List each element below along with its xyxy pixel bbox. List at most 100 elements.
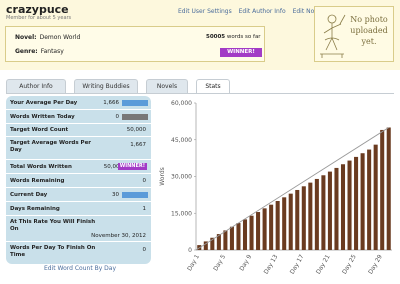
tab-author-info[interactable]: Author Info — [6, 79, 66, 94]
stat-value: 1,666 — [103, 100, 119, 106]
genre-line: Genre: Fantasy — [15, 48, 64, 55]
words-so-far: 50005 words so far — [206, 34, 261, 40]
tab-divider — [6, 93, 394, 94]
tab-writing-buddies[interactable]: Writing Buddies — [74, 79, 138, 94]
stat-row-finish-on: At This Rate You Will Finish On November… — [6, 216, 151, 242]
stat-row-remaining: Words Remaining 0 — [6, 174, 151, 188]
y-tick-label: 60,000 — [171, 100, 192, 107]
profile-tabs: Author Info Writing Buddies Novels Stats — [6, 79, 396, 94]
chart-bar — [347, 160, 352, 250]
stat-label: Days Remaining — [10, 206, 60, 212]
chart-bar — [262, 208, 267, 250]
genre-value: Fantasy — [40, 48, 64, 55]
chart-bar — [321, 175, 326, 250]
x-tick-label: Day 25 — [341, 253, 358, 275]
stat-row-target: Target Word Count 50,000 — [6, 124, 151, 137]
stat-value: 0 — [142, 178, 147, 184]
edit-user-settings-link[interactable]: Edit User Settings — [178, 8, 232, 15]
chart-bar — [327, 171, 332, 250]
stat-label: Words Per Day To Finish On Time — [10, 245, 96, 258]
stat-row-average: Your Average Per Day 1,666 — [6, 96, 151, 110]
chart-bar — [256, 212, 261, 250]
stat-value: November 30, 2012 — [91, 233, 146, 239]
stats-panel: Your Average Per Day 1,666 Words Written… — [6, 96, 151, 264]
stat-value: 30 — [112, 192, 119, 198]
tab-novels[interactable]: Novels — [146, 79, 188, 94]
member-since: Member for about 5 years — [6, 15, 72, 21]
edit-word-count-link[interactable]: Edit Word Count By Day — [44, 265, 116, 272]
today-progress-bar — [122, 114, 148, 120]
chart-bar — [236, 223, 241, 250]
photo-placeholder-text: No photo uploaded yet. — [350, 15, 388, 46]
stat-value: 1 — [142, 206, 147, 212]
x-tick-label: Day 21 — [315, 253, 332, 275]
stat-row-target-average: Target Average Words Per Day 1,667 — [6, 137, 151, 160]
y-tick-label: 0 — [188, 247, 192, 254]
chart-bar — [380, 129, 385, 250]
stat-label: At This Rate You Will Finish On — [10, 219, 96, 232]
chart-bar — [367, 149, 372, 250]
stat-value: 0 — [115, 114, 120, 120]
x-tick-label: Day 1 — [186, 253, 201, 272]
stat-row-total: Total Words Written 50,005 WINNER! — [6, 160, 151, 174]
stat-label: Words Remaining — [10, 178, 65, 184]
stat-label: Your Average Per Day — [10, 100, 78, 106]
chart-bar — [242, 219, 248, 250]
chart-bar — [334, 167, 339, 250]
x-tick-label: Day 13 — [263, 253, 280, 275]
chart-bar — [295, 189, 300, 250]
stat-row-today: Words Written Today 0 — [6, 110, 151, 124]
chart-bar — [301, 186, 306, 250]
chart-bar — [386, 127, 391, 250]
chart-bar — [269, 204, 274, 250]
stat-value: 50,000 — [126, 127, 146, 133]
stat-label: Target Word Count — [10, 127, 69, 133]
profile-header: crazypuce Member for about 5 years Edit … — [0, 0, 400, 70]
stat-label: Target Average Words Per Day — [10, 140, 92, 153]
stat-row-current-day: Current Day 30 — [6, 188, 151, 202]
stat-value: 1,667 — [130, 142, 146, 148]
chart-bar — [229, 226, 234, 250]
y-tick-label: 30,000 — [171, 174, 192, 181]
stat-row-days-remaining: Days Remaining 1 — [6, 202, 151, 216]
novel-label: Novel: — [15, 34, 37, 41]
word-count: 50005 — [206, 34, 226, 40]
word-count-chart: Words 0 15,000 30,000 45,000 60,000 Day 1 Day 5… — [159, 100, 392, 276]
chart-bar — [360, 153, 365, 250]
chart-bar — [223, 230, 228, 250]
novel-summary: Novel: Demon World Genre: Fantasy 50005 wo… — [5, 26, 265, 62]
word-count-suffix: words so far — [226, 34, 261, 40]
average-progress-bar — [122, 100, 148, 106]
stat-row-words-per-day: Words Per Day To Finish On Time 0 — [6, 242, 151, 264]
chart-bar — [282, 197, 287, 250]
stat-label: Current Day — [10, 192, 48, 198]
genre-label: Genre: — [15, 48, 38, 55]
writer-sketch-icon — [320, 14, 346, 58]
profile-photo-placeholder: No photo uploaded yet. — [314, 6, 394, 62]
x-tick-label: Day 29 — [367, 253, 384, 275]
mini-winner-badge: WINNER! — [117, 163, 147, 170]
x-tick-label: Day 5 — [212, 253, 227, 272]
y-axis-label: Words — [159, 167, 166, 186]
edit-author-info-link[interactable]: Edit Author Info — [239, 8, 286, 15]
x-tick-label: Day 9 — [238, 253, 253, 272]
stat-value: 0 — [142, 247, 147, 253]
chart-bar — [373, 144, 378, 250]
chart-bar — [340, 164, 346, 250]
tab-stats[interactable]: Stats — [196, 79, 230, 94]
total-winner-badge: WINNER! — [117, 163, 147, 170]
novel-title: Demon World — [39, 34, 81, 41]
novel-line: Novel: Demon World — [15, 34, 80, 41]
chart-bar — [354, 156, 359, 250]
stat-label: Words Written Today — [10, 114, 75, 120]
chart-bar — [275, 201, 280, 250]
chart-bar — [288, 193, 293, 250]
current-day-progress-bar — [122, 192, 148, 198]
stat-label: Total Words Written — [10, 164, 72, 170]
chart-bar — [308, 182, 313, 250]
y-tick-label: 15,000 — [171, 210, 192, 217]
x-tick-label: Day 17 — [289, 253, 306, 275]
chart-bar — [249, 215, 254, 250]
chart-bar — [314, 178, 319, 250]
y-tick-label: 45,000 — [171, 137, 192, 144]
